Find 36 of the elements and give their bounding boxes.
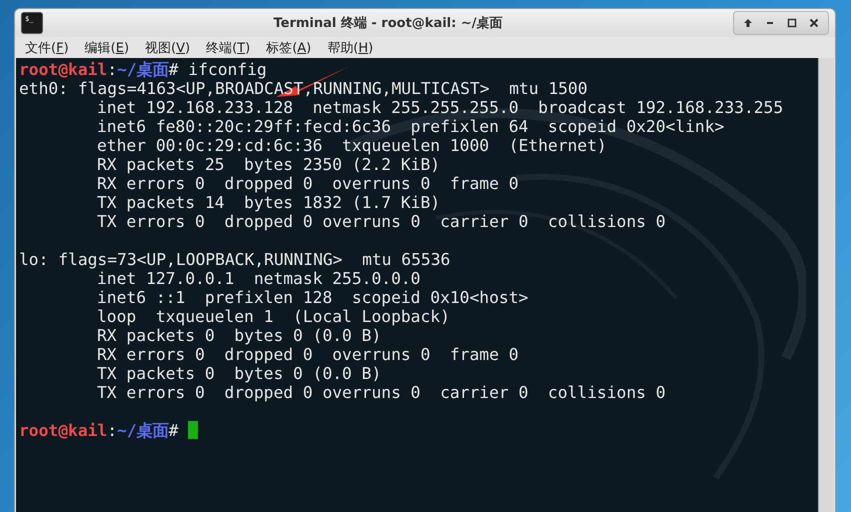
output-line: loop txqueuelen 1 (Local Loopback) (97, 307, 450, 326)
output-line: RX errors 0 dropped 0 overruns 0 frame 0 (97, 174, 518, 193)
output-line: TX packets 0 bytes 0 (0.0 B) (97, 364, 382, 383)
prompt-symbol: # (168, 60, 178, 79)
prompt-path: ~/桌面 (117, 60, 169, 79)
prompt-symbol: # (168, 421, 178, 440)
output-line: inet 192.168.233.128 netmask 255.255.255.0 broadcast 192.168.233.255 (97, 98, 784, 117)
menu-item[interactable]: 文件(F) (21, 38, 77, 56)
output-line: inet6 fe80::20c:29ff:fecd:6c36 prefixlen 64 scopeid 0x20<link> (97, 117, 724, 136)
output-line: RX packets 0 bytes 0 (0.0 B) (97, 326, 382, 345)
menu-item[interactable]: 帮助(H) (323, 38, 382, 56)
output-line: RX packets 25 bytes 2350 (2.2 KiB) (97, 155, 440, 174)
minimize-icon (767, 22, 773, 24)
output-line: TX errors 0 dropped 0 overruns 0 carrier 0 collisions 0 (97, 212, 666, 231)
scrollbar[interactable] (818, 58, 834, 512)
output-line: inet6 ::1 prefixlen 128 scopeid 0x10<host> (97, 288, 528, 307)
prompt-separator: : (107, 60, 118, 79)
close-icon (809, 18, 819, 28)
output-line: RX errors 0 dropped 0 overruns 0 frame 0 (97, 345, 518, 364)
prompt-path: ~/桌面 (117, 421, 169, 440)
window-title: Terminal 终端 - root@kail: ~/桌面 (272, 15, 504, 32)
output-line: ether 00:0c:29:cd:6c:36 txqueuelen 1000 (Ethernet) (97, 136, 607, 155)
menu-item[interactable]: 标签(A) (262, 38, 320, 56)
output-line: TX errors 0 dropped 0 overruns 0 carrier 0 collisions 0 (97, 383, 666, 402)
up-arrow-icon (743, 18, 753, 28)
output-line: TX packets 14 bytes 1832 (1.7 KiB) (97, 193, 440, 212)
output-line: lo: flags=73<UP,LOOPBACK,RUNNING> mtu 65536 (19, 250, 450, 269)
menu-item[interactable]: 编辑(E) (80, 38, 138, 56)
maximize-icon (787, 18, 797, 28)
menu-item[interactable]: 视图(V) (141, 38, 198, 56)
menu-item[interactable]: 终端(T) (202, 38, 258, 56)
prompt-separator: : (107, 421, 118, 440)
command-text: ifconfig (187, 60, 267, 79)
prompt-user: root@kail (19, 421, 108, 440)
output-line: inet 127.0.0.1 netmask 255.0.0.0 (97, 269, 420, 288)
prompt-user: root@kail (19, 60, 108, 79)
